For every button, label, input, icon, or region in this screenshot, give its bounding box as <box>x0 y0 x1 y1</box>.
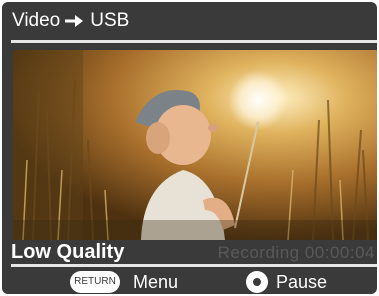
bottom-divider <box>11 264 377 267</box>
recording-screen: Video USB Low Quality Recording 00:00:04… <box>2 2 377 294</box>
footer: RETURN Menu Pause <box>2 268 377 294</box>
right-arrow-icon <box>65 15 84 27</box>
video-frame-image <box>13 50 377 240</box>
status-row: Low Quality Recording 00:00:04 <box>2 241 377 264</box>
video-preview <box>13 50 377 240</box>
record-dot-icon[interactable] <box>246 271 268 293</box>
header: Video USB <box>2 2 377 40</box>
return-button[interactable]: RETURN <box>70 271 120 293</box>
pause-label: Pause <box>276 272 328 292</box>
breadcrumb: Video USB <box>12 9 129 33</box>
breadcrumb-source: Video <box>12 10 61 31</box>
top-divider <box>11 40 377 43</box>
breadcrumb-destination: USB <box>90 10 130 31</box>
quality-label: Low Quality <box>11 241 125 263</box>
menu-label: Menu <box>133 272 179 292</box>
recording-timer: Recording 00:00:04 <box>217 243 375 262</box>
